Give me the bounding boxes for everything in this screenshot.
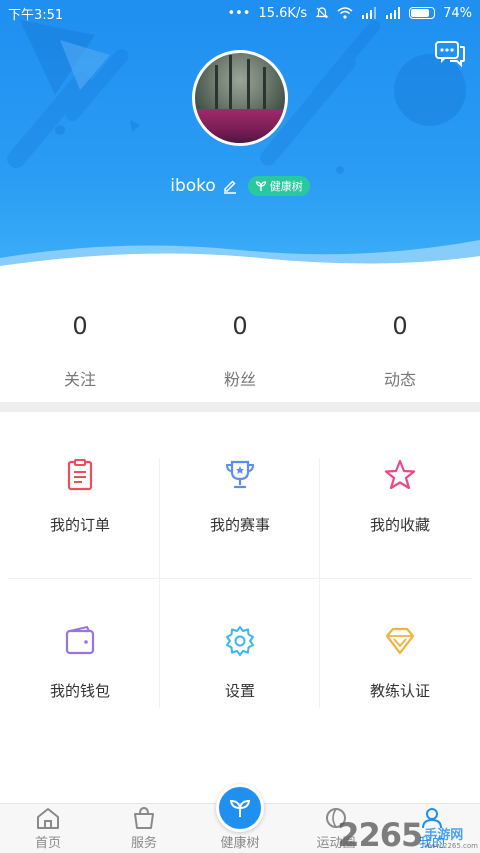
status-bar: 下午3:51 ••• 15.6K/s 74% (0, 0, 480, 26)
stat-followers[interactable]: 0 粉丝 (160, 290, 320, 402)
health-tree-center-button[interactable] (216, 784, 264, 832)
menu-label: 我的订单 (49, 516, 110, 534)
mute-icon (315, 7, 329, 19)
stat-following[interactable]: 0 关注 (0, 290, 160, 402)
nav-home[interactable]: 首页 (0, 804, 96, 853)
grid-divider (319, 458, 320, 708)
menu-label: 我的赛事 (209, 516, 270, 534)
menu-coach-certification[interactable]: 教练认证 (320, 578, 480, 712)
wifi-icon (337, 7, 353, 19)
username: iboko (170, 176, 216, 196)
menu-label: 我的收藏 (369, 516, 430, 534)
menu-settings[interactable]: 设置 (160, 578, 320, 712)
star-icon (384, 459, 416, 490)
health-tree-badge-label: 健康树 (269, 180, 303, 193)
menu-grid: 我的订单 我的赛事 我的收藏 我的钱包 设置 教练认证 (0, 412, 480, 712)
nav-label: 健康树 (220, 836, 260, 851)
circle-icon (326, 808, 346, 828)
avatar[interactable] (192, 50, 288, 146)
stat-label: 粉丝 (223, 370, 256, 389)
menu-my-favorites[interactable]: 我的收藏 (320, 412, 480, 578)
diamond-icon (385, 627, 415, 655)
stats-row: 0 关注 0 粉丝 0 动态 (0, 290, 480, 402)
menu-label: 教练认证 (369, 682, 430, 700)
header-wave (0, 240, 480, 290)
menu-my-wallet[interactable]: 我的钱包 (0, 578, 160, 712)
home-icon (37, 808, 59, 829)
status-dots: ••• (227, 5, 251, 21)
battery-icon (409, 7, 436, 19)
stat-value: 0 (232, 312, 248, 340)
stat-label: 关注 (63, 370, 96, 389)
stat-value: 0 (392, 312, 408, 340)
grid-divider (159, 458, 160, 708)
user-icon (422, 808, 442, 829)
menu-my-events[interactable]: 我的赛事 (160, 412, 320, 578)
nav-label: 运动圈 (316, 836, 356, 851)
grid-divider (8, 578, 472, 579)
stat-value: 0 (72, 312, 88, 340)
menu-label: 我的钱包 (49, 682, 110, 700)
status-right: ••• 15.6K/s 74% (227, 6, 472, 21)
signal-icon (362, 7, 377, 19)
chat-icon (435, 41, 465, 68)
nav-label: 我的 (418, 836, 445, 851)
nav-sports-circle[interactable]: 运动圈 (288, 804, 384, 853)
sprout-icon (255, 181, 266, 191)
nav-label: 服务 (130, 836, 157, 851)
stat-label: 动态 (383, 370, 416, 389)
status-time: 下午3:51 (8, 7, 64, 23)
gear-icon (226, 626, 254, 656)
bag-icon (134, 806, 154, 829)
trophy-icon (225, 460, 255, 489)
user-info: iboko 健康树 (0, 176, 480, 196)
section-divider (0, 402, 480, 412)
edit-icon[interactable] (222, 178, 238, 194)
stat-posts[interactable]: 0 动态 (320, 290, 480, 402)
menu-my-orders[interactable]: 我的订单 (0, 412, 160, 578)
health-tree-badge[interactable]: 健康树 (247, 176, 310, 196)
message-button[interactable] (434, 40, 466, 72)
signal-icon-2 (386, 7, 401, 19)
nav-service[interactable]: 服务 (96, 804, 192, 853)
nav-mine[interactable]: 我的 (384, 804, 480, 853)
sprout-icon (229, 799, 251, 817)
profile-header: 下午3:51 ••• 15.6K/s 74% iboko 健康树 (0, 0, 480, 290)
nav-label: 首页 (34, 836, 61, 851)
wallet-icon (65, 625, 95, 655)
battery-level: 74% (443, 5, 472, 21)
network-speed: 15.6K/s (258, 5, 308, 21)
order-icon (67, 459, 93, 491)
menu-label: 设置 (224, 682, 255, 700)
